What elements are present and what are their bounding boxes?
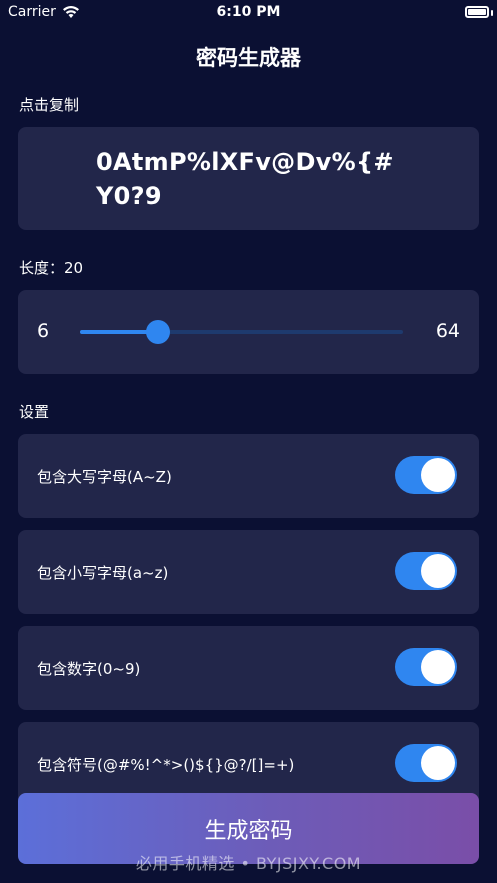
battery-level bbox=[468, 9, 486, 15]
toggle-knob bbox=[421, 554, 455, 588]
battery-cap bbox=[491, 10, 493, 16]
lowercase-toggle[interactable] bbox=[395, 552, 457, 590]
page-title: 密码生成器 bbox=[196, 46, 301, 70]
generated-password[interactable]: 0AtmP%lXFv@Dv%{#Y0?9 bbox=[96, 145, 396, 213]
setting-lowercase-label: 包含小写字母(a~z) bbox=[37, 564, 169, 582]
length-slider[interactable] bbox=[80, 320, 403, 344]
settings-label: 设置 bbox=[19, 403, 50, 421]
setting-uppercase-label: 包含大写字母(A~Z) bbox=[37, 468, 172, 486]
setting-digits-label: 包含数字(0~9) bbox=[37, 660, 141, 678]
slider-min-label: 6 bbox=[37, 320, 50, 342]
length-label: 长度：20 bbox=[19, 259, 84, 277]
length-slider-card: 6 64 bbox=[18, 290, 479, 374]
setting-digits: 包含数字(0~9) bbox=[18, 626, 479, 710]
slider-max-label: 64 bbox=[435, 320, 460, 342]
battery-icon bbox=[465, 6, 489, 18]
setting-uppercase: 包含大写字母(A~Z) bbox=[18, 434, 479, 518]
status-bar: Carrier 6:10 PM bbox=[0, 0, 497, 26]
toggle-knob bbox=[421, 650, 455, 684]
toggle-knob bbox=[421, 746, 455, 780]
watermark: 必用手机精选 • BYJSJXY.COM bbox=[135, 854, 362, 873]
password-card[interactable]: 0AtmP%lXFv@Dv%{#Y0?9 bbox=[18, 127, 479, 230]
setting-symbols-label: 包含符号(@#%!^*>()${}@?/[]=+) bbox=[37, 756, 295, 774]
digits-toggle[interactable] bbox=[395, 648, 457, 686]
status-time: 6:10 PM bbox=[216, 4, 281, 20]
copy-section-label: 点击复制 bbox=[19, 96, 80, 114]
toggle-knob bbox=[421, 458, 455, 492]
uppercase-toggle[interactable] bbox=[395, 456, 457, 494]
setting-lowercase: 包含小写字母(a~z) bbox=[18, 530, 479, 614]
slider-thumb[interactable] bbox=[145, 320, 170, 344]
symbols-toggle[interactable] bbox=[395, 744, 457, 782]
